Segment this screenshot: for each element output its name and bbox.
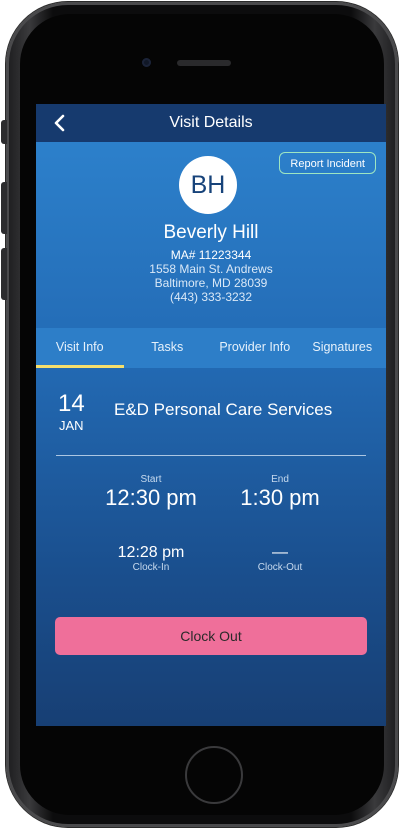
divider [56,455,366,456]
tab-bar: Visit Info Tasks Provider Info Signature… [36,328,386,368]
end-time: 1:30 pm [240,485,320,510]
volume-up-button [1,182,7,234]
avatar: BH [179,156,237,214]
ma-number: MA# 11223344 [170,248,252,262]
address-line-2: Baltimore, MD 28039 [154,276,268,290]
tab-signatures[interactable]: Signatures [299,328,387,368]
start-label: Start [140,474,162,485]
clock-in-time: 12:28 pm [117,544,185,561]
end-label: End [271,474,289,485]
visit-month: JAN [59,418,84,433]
visit-day: 14 [58,390,85,417]
phone-number: (443) 333-3232 [169,290,253,304]
clock-in-label: Clock-In [132,562,170,573]
tab-provider-info[interactable]: Provider Info [211,328,299,368]
mute-switch [1,120,7,144]
home-button[interactable] [185,746,243,804]
report-incident-button[interactable]: Report Incident [279,152,376,174]
volume-down-button [1,248,7,300]
service-name: E&D Personal Care Services [114,400,333,419]
navigation-bar: Visit Details [36,104,386,142]
clock-out-button[interactable]: Clock Out [55,617,367,655]
clock-in-block: 12:28 pm Clock-In [101,544,201,573]
client-name: Beverly Hill [163,222,259,243]
app-screen: Visit Details Report Incident BH Beverly… [36,104,386,726]
chevron-left-icon[interactable] [50,113,70,133]
end-block: End 1:30 pm [230,474,330,511]
tab-visit-info[interactable]: Visit Info [36,328,124,368]
start-block: Start 12:30 pm [101,474,201,511]
start-time: 12:30 pm [105,485,197,510]
address-line-1: 1558 Main St. Andrews [149,262,273,276]
earpiece-speaker [177,60,231,66]
clock-out-label: Clock-Out [257,562,303,573]
clock-out-block: — Clock-Out [230,544,330,573]
page-title: Visit Details [169,114,253,131]
tab-tasks[interactable]: Tasks [124,328,212,368]
clock-out-time: — [272,544,288,561]
front-camera [142,58,151,67]
